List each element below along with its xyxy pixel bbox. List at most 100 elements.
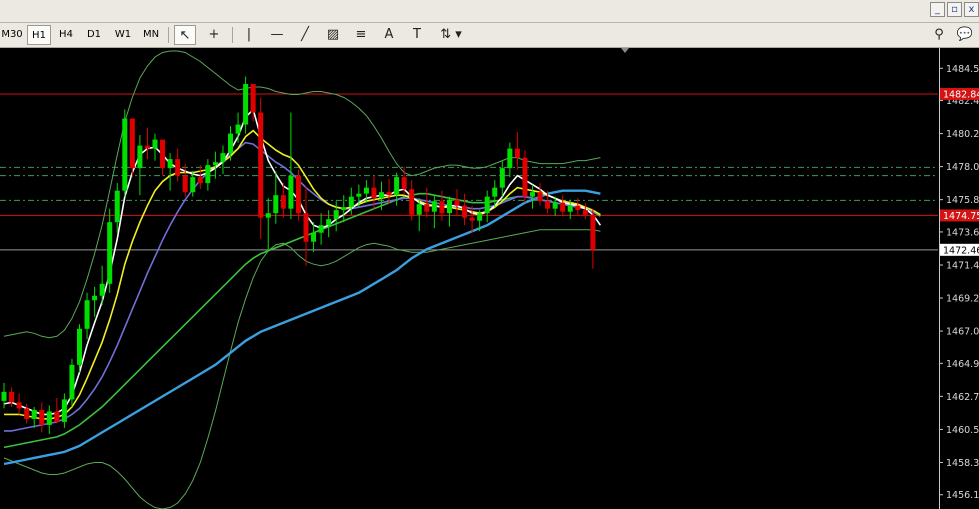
horizontal-line-tool-icon[interactable]: — bbox=[266, 25, 288, 45]
cursor-tool-icon[interactable]: ↖ bbox=[174, 25, 196, 45]
chart-background bbox=[0, 48, 979, 509]
timeframe-w1[interactable]: W1 bbox=[110, 25, 136, 45]
price-line-label: 1482.84 bbox=[943, 89, 979, 100]
candle-body bbox=[590, 214, 596, 250]
candle-body bbox=[318, 225, 324, 233]
vertical-line-tool-icon[interactable]: | bbox=[238, 25, 260, 45]
candle-body bbox=[243, 84, 249, 125]
candle-body bbox=[545, 201, 551, 209]
price-tick-label: 1456.15 bbox=[946, 490, 979, 501]
candle-body bbox=[469, 217, 475, 221]
candle-body bbox=[394, 177, 400, 196]
timeframe-d1[interactable]: D1 bbox=[82, 25, 106, 45]
price-tick-label: 1467.05 bbox=[946, 327, 979, 338]
candle-body bbox=[363, 187, 369, 194]
candle-body bbox=[326, 219, 332, 226]
text-label-tool-icon[interactable]: T bbox=[406, 25, 428, 45]
price-tick-label: 1458.30 bbox=[946, 458, 979, 469]
timeframe-mn[interactable]: MN bbox=[139, 25, 163, 45]
price-chart[interactable]: 1484.551482.401480.201478.001475.801473.… bbox=[0, 48, 979, 509]
toolbar-separator bbox=[232, 27, 233, 43]
candle-body bbox=[295, 175, 301, 214]
timeframe-h1[interactable]: H1 bbox=[27, 25, 51, 45]
candle-body bbox=[265, 213, 271, 218]
candle-body bbox=[537, 192, 543, 202]
candle-body bbox=[228, 133, 233, 154]
candle-body bbox=[175, 159, 181, 176]
candle-body bbox=[379, 192, 384, 199]
close-icon[interactable]: x bbox=[964, 2, 979, 17]
arrows-tool-icon[interactable]: ⇅ ▾ bbox=[434, 25, 468, 45]
candle-body bbox=[273, 195, 279, 214]
candle-body bbox=[160, 139, 166, 169]
fibonacci-tool-icon[interactable]: ≡ bbox=[350, 25, 372, 45]
candle-body bbox=[61, 399, 67, 422]
candle-body bbox=[446, 199, 452, 214]
candle-body bbox=[144, 145, 150, 149]
candle-body bbox=[205, 165, 211, 184]
candle-body bbox=[386, 192, 392, 196]
text-tool-icon[interactable]: A bbox=[378, 25, 400, 45]
candle-body bbox=[137, 145, 143, 169]
candle-body bbox=[197, 177, 203, 184]
candle-body bbox=[122, 118, 128, 191]
chat-icon[interactable]: 💬 bbox=[954, 25, 976, 45]
candle-body bbox=[560, 202, 566, 212]
price-tick-label: 1460.50 bbox=[946, 425, 979, 436]
candle-body bbox=[220, 153, 226, 163]
candle-body bbox=[522, 157, 528, 197]
candle-body bbox=[530, 192, 535, 197]
candle-body bbox=[439, 201, 445, 214]
price-tick-label: 1475.80 bbox=[946, 195, 979, 206]
candle-body bbox=[492, 187, 498, 197]
candle-body bbox=[212, 162, 218, 166]
candle-body bbox=[462, 205, 468, 218]
candle-body bbox=[39, 409, 45, 425]
crosshair-tool-icon[interactable]: + bbox=[203, 25, 225, 45]
price-tick-label: 1480.20 bbox=[946, 129, 979, 140]
candle-body bbox=[24, 408, 30, 419]
candle-body bbox=[1, 391, 7, 401]
candle-body bbox=[250, 84, 256, 113]
candle-body bbox=[567, 205, 573, 212]
toolbar-separator bbox=[168, 27, 169, 43]
search-icon[interactable]: ⚲ bbox=[928, 25, 950, 45]
candle-body bbox=[114, 190, 120, 223]
timeframe-m30[interactable]: M30 bbox=[0, 25, 24, 45]
candle-body bbox=[288, 175, 294, 209]
candle-body bbox=[99, 283, 105, 296]
candle-body bbox=[182, 175, 188, 193]
candle-body bbox=[152, 139, 158, 149]
candle-body bbox=[484, 196, 490, 214]
timeframe-h4[interactable]: H4 bbox=[54, 25, 78, 45]
candle-body bbox=[129, 118, 135, 169]
candle-body bbox=[477, 213, 483, 221]
candle-body bbox=[409, 189, 415, 215]
candle-body bbox=[514, 148, 520, 158]
trendline-tool-icon[interactable]: ╱ bbox=[294, 25, 316, 45]
candle-body bbox=[424, 204, 430, 212]
candle-body bbox=[303, 213, 309, 242]
price-tick-label: 1473.65 bbox=[946, 227, 979, 238]
candle-body bbox=[401, 177, 407, 190]
price-tick-label: 1471.45 bbox=[946, 260, 979, 271]
candle-body bbox=[167, 159, 173, 169]
window-title-bar: _ ▫ x bbox=[0, 0, 979, 23]
candle-body bbox=[454, 199, 460, 206]
candle-body bbox=[341, 207, 347, 211]
candle-body bbox=[348, 196, 354, 208]
candle-body bbox=[69, 364, 75, 400]
candle-body bbox=[356, 193, 362, 197]
price-tick-label: 1478.00 bbox=[946, 162, 979, 173]
minimize-icon[interactable]: _ bbox=[930, 2, 945, 17]
candle-body bbox=[431, 201, 437, 212]
chart-toolbar: M30 H1 H4 D1 W1 MN ↖ + | — ╱ ▨ ≡ A T ⇅ ▾… bbox=[0, 23, 979, 48]
equidistant-channel-tool-icon[interactable]: ▨ bbox=[322, 25, 344, 45]
current-price-label: 1472.46 bbox=[943, 245, 979, 256]
candle-body bbox=[31, 409, 37, 419]
restore-icon[interactable]: ▫ bbox=[947, 2, 962, 17]
candle-body bbox=[235, 124, 241, 134]
candle-body bbox=[190, 177, 196, 193]
candle-body bbox=[77, 328, 82, 365]
candle-body bbox=[575, 205, 581, 211]
